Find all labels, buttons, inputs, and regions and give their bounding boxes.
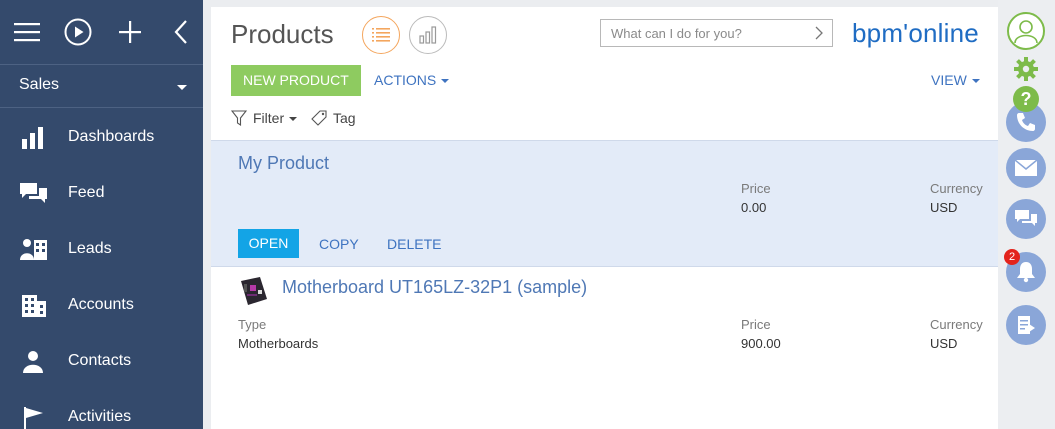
plus-icon [119,21,141,43]
user-profile-button[interactable] [1007,12,1045,50]
user-avatar-icon [1014,20,1038,44]
record-title-link[interactable]: Motherboard UT165LZ-32P1 (sample) [282,277,587,298]
actions-label: ACTIONS [374,72,437,88]
hamburger-menu-button[interactable] [12,17,42,47]
price-value: 900.00 [741,336,781,351]
building-icon [22,295,46,317]
process-tasks-button[interactable] [1006,305,1046,345]
collapse-sidebar-button[interactable] [166,17,196,47]
caret-down-icon [441,79,450,84]
list-view-button[interactable] [362,16,400,54]
currency-caption: Currency [930,317,983,332]
gear-icon [1014,57,1038,81]
chat-button[interactable] [1006,199,1046,239]
sidebar-item-label: Dashboards [68,128,155,145]
notification-count-badge: 2 [1004,249,1020,265]
copy-button[interactable]: COPY [319,236,359,252]
page-title: Products [231,19,334,49]
envelope-icon [1014,159,1038,176]
currency-value: USD [930,336,958,351]
analytics-view-button[interactable] [409,16,447,54]
question-mark-icon: ? [1020,89,1032,109]
workspace-label: Sales [19,76,60,93]
sidebar-topbar [0,0,203,64]
command-search-box[interactable] [600,19,833,47]
chat-icon [1015,210,1037,226]
sidebar-item-activities[interactable]: Activities [0,390,203,429]
currency-caption: Currency [930,181,983,196]
sidebar-item-feed[interactable]: Feed [0,166,203,222]
chevron-down-icon [177,85,187,90]
help-button[interactable]: ? [1013,86,1039,112]
bpmonline-logo: bpm'online [852,18,979,48]
sidebar-item-label: Activities [68,408,132,425]
filter-label: Filter [253,110,285,126]
tag-icon [311,110,327,126]
phone-icon [1017,113,1035,131]
sidebar-item-dashboards[interactable]: Dashboards [0,110,203,166]
currency-value: USD [930,200,958,215]
command-input[interactable] [601,20,801,46]
communication-panel: 2 ? [998,0,1055,429]
left-sidebar: Sales Dashboards Feed Leads Accounts Con… [0,0,203,429]
view-label: VIEW [931,72,967,88]
process-play-button[interactable] [63,17,93,47]
actions-menu-button[interactable]: ACTIONS [374,72,450,88]
sidebar-item-contacts[interactable]: Contacts [0,334,203,390]
open-button[interactable]: OPEN [238,229,299,258]
record-row-selected[interactable]: My Product Price 0.00 Currency USD OPEN … [211,140,998,267]
caret-down-icon [971,79,980,84]
filter-button[interactable]: Filter [230,110,298,127]
play-circle-icon [64,18,92,46]
motherboard-thumbnail [241,277,267,305]
record-title-link[interactable]: My Product [238,153,329,174]
record-row[interactable]: Motherboard UT165LZ-32P1 (sample) Type M… [211,267,998,367]
sidebar-item-label: Contacts [68,352,132,369]
add-button[interactable] [115,17,145,47]
bar-chart-icon [22,127,43,149]
document-arrow-icon [1018,316,1035,334]
workspace-selector[interactable]: Sales [0,64,203,108]
sidebar-item-accounts[interactable]: Accounts [0,278,203,334]
sidebar-item-leads[interactable]: Leads [0,222,203,278]
view-menu-button[interactable]: VIEW [931,72,980,88]
bar-chart-outline-icon [419,26,437,44]
new-product-button[interactable]: NEW PRODUCT [231,65,361,96]
sidebar-item-label: Accounts [68,296,134,313]
chevron-right-icon[interactable] [814,26,824,40]
tag-label: Tag [333,110,356,126]
caret-down-icon [289,117,298,122]
type-value: Motherboards [238,336,319,351]
sidebar-item-label: Leads [68,240,112,257]
lead-icon [20,239,47,260]
delete-button[interactable]: DELETE [387,236,441,252]
hamburger-icon [14,23,40,42]
chevron-left-icon [174,20,187,44]
sidebar-menu: Dashboards Feed Leads Accounts Contacts … [0,110,203,429]
bell-icon [1017,262,1035,283]
price-caption: Price [741,181,771,196]
flag-icon [24,407,43,429]
person-icon [23,351,43,373]
tag-button[interactable]: Tag [311,110,356,126]
settings-button[interactable] [1013,56,1039,82]
price-value: 0.00 [741,200,767,215]
price-caption: Price [741,317,771,332]
type-caption: Type [238,317,267,332]
sidebar-item-label: Feed [68,184,105,201]
chat-bubbles-icon [20,183,47,203]
main-panel: Products bpm'online NEW PRODUCT ACTIONS … [211,7,998,429]
list-icon [372,28,390,42]
funnel-icon [230,110,248,127]
email-button[interactable] [1006,148,1046,188]
